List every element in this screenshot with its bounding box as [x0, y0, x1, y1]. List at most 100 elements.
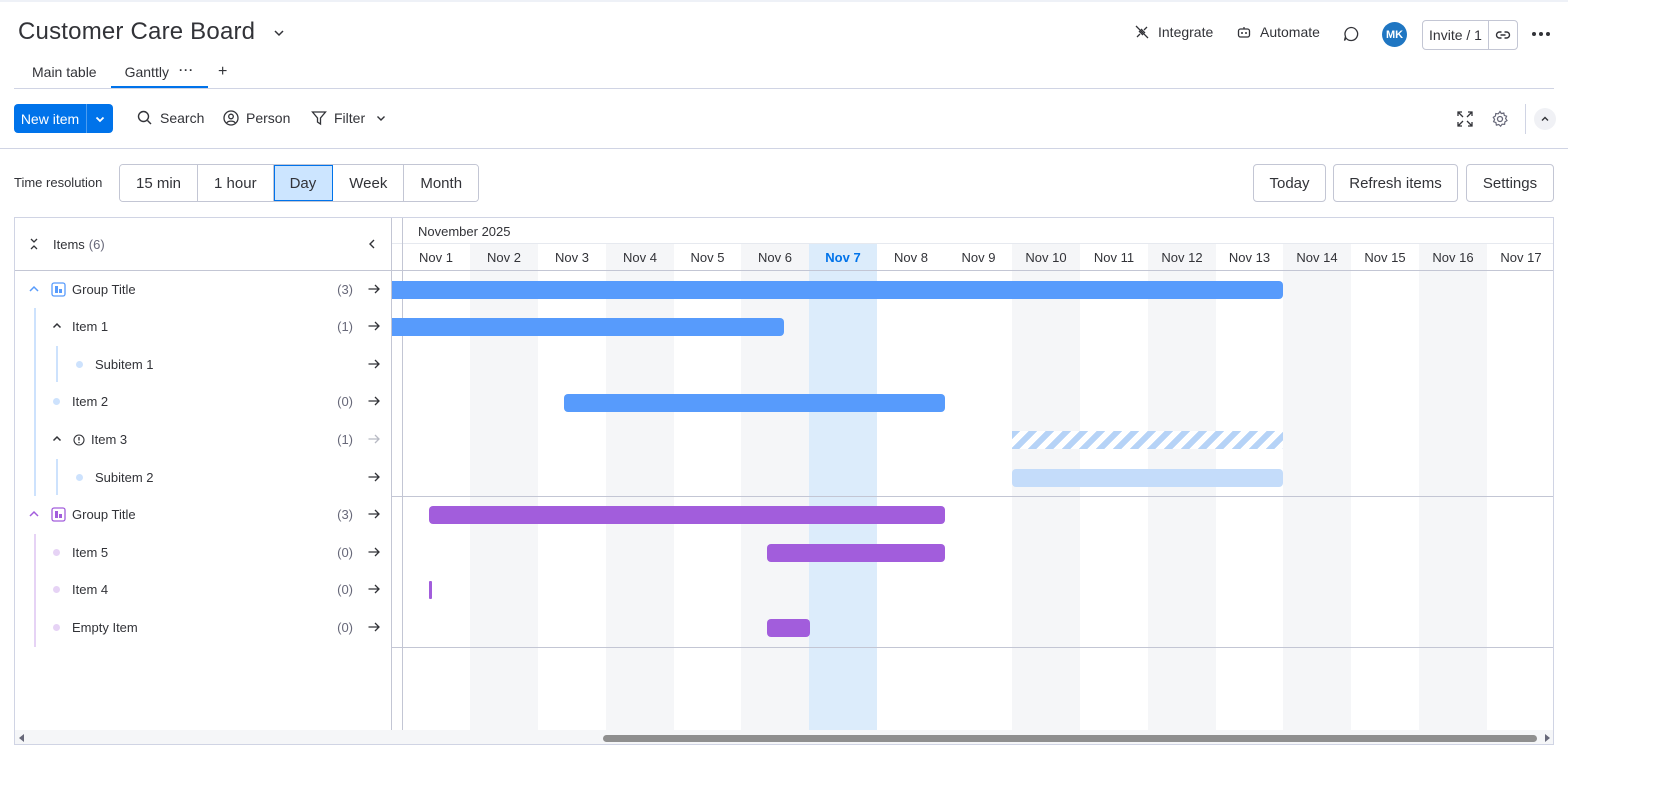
chevron-left-icon[interactable] [365, 237, 379, 251]
add-view-button[interactable]: + [208, 58, 237, 86]
invite-button[interactable]: Invite / 1 [1423, 21, 1489, 49]
new-item-label[interactable]: New item [14, 104, 86, 133]
gantt-bar-group-2[interactable] [429, 506, 945, 524]
item-label: Subitem 2 [95, 470, 154, 485]
day-label: Nov 17 [1500, 249, 1542, 265]
timeline-area: November 2025 Nov 1 Nov 2 Nov 3 Nov 4 No… [392, 218, 1553, 744]
filter-button[interactable]: Filter [310, 109, 387, 127]
group-icon [51, 282, 66, 297]
day-label: Nov 16 [1419, 244, 1487, 270]
search-button[interactable]: Search [136, 109, 204, 127]
list-item[interactable]: Subitem 1 [15, 346, 391, 383]
arrow-right-icon[interactable] [367, 282, 381, 296]
link-icon [1495, 31, 1511, 39]
board-title[interactable]: Customer Care Board [18, 18, 255, 46]
day-label: Nov 14 [1283, 244, 1351, 270]
list-item[interactable]: Item 5 (0) [15, 534, 391, 571]
list-item[interactable]: Item 4 (0) [15, 571, 391, 608]
scroll-right-icon[interactable] [1545, 734, 1550, 742]
today-button[interactable]: Today [1253, 164, 1326, 202]
item-label: Item 4 [72, 582, 109, 597]
avatar[interactable]: MK [1382, 22, 1407, 47]
group-count: (3) [337, 282, 353, 297]
gantt-bar-item-1[interactable] [392, 318, 784, 336]
arrow-right-icon[interactable] [367, 620, 381, 634]
status-dot [53, 549, 60, 556]
arrow-right-icon[interactable] [367, 394, 381, 408]
list-item[interactable]: Item 2 (0) [15, 383, 391, 420]
day-label: Nov 3 [555, 249, 589, 265]
list-item[interactable]: Subitem 2 [15, 459, 391, 496]
invite-group: Invite / 1 [1422, 20, 1518, 50]
item-count: (0) [337, 394, 353, 409]
arrow-right-icon[interactable] [367, 432, 381, 446]
group-row[interactable]: Group Title (3) [15, 496, 391, 533]
refresh-items-button[interactable]: Refresh items [1333, 164, 1458, 202]
automate-label: Automate [1260, 24, 1320, 40]
chevron-down-icon[interactable] [375, 112, 387, 124]
list-item[interactable]: Item 1 (1) [15, 308, 391, 345]
automate-button[interactable]: Automate [1236, 24, 1320, 40]
tab-options-icon[interactable]: ··· [179, 64, 194, 88]
chevron-up-icon[interactable] [28, 283, 40, 295]
item-count: (0) [337, 582, 353, 597]
horizontal-scrollbar[interactable] [15, 730, 1553, 744]
gantt-bar-group-1[interactable] [392, 281, 1283, 299]
gantt-bar-item-3[interactable] [1012, 431, 1283, 449]
chevron-up-icon[interactable] [51, 433, 63, 445]
arrow-right-icon[interactable] [367, 357, 381, 371]
new-item-button[interactable]: New item [14, 104, 113, 133]
settings-gear-icon[interactable] [1491, 110, 1509, 128]
chat-icon[interactable] [1342, 25, 1360, 43]
resolution-day[interactable]: Day [273, 165, 334, 201]
gantt-settings-button[interactable]: Settings [1466, 164, 1554, 202]
day-label: Nov 6 [741, 244, 809, 270]
board-header: Customer Care Board Integrate Automate M… [0, 2, 1568, 88]
day-label: Nov 12 [1148, 244, 1216, 270]
fullscreen-icon[interactable] [1456, 110, 1474, 128]
resolution-week[interactable]: Week [333, 165, 405, 201]
arrow-right-icon[interactable] [367, 470, 381, 484]
tab-main-table[interactable]: Main table [18, 58, 111, 88]
day-label: Nov 5 [690, 249, 725, 265]
resolution-1-hour[interactable]: 1 hour [198, 165, 274, 201]
weekend-column [1148, 271, 1216, 731]
person-filter-button[interactable]: Person [222, 109, 290, 127]
integrate-button[interactable]: Integrate [1134, 24, 1213, 40]
more-options-icon[interactable] [1532, 26, 1552, 42]
gantt-bar-item-4[interactable] [429, 581, 432, 599]
resolution-month[interactable]: Month [404, 165, 479, 201]
resolution-15-min[interactable]: 15 min [120, 165, 199, 201]
chevron-down-icon[interactable] [272, 26, 286, 40]
status-dot [53, 586, 60, 593]
arrow-right-icon[interactable] [367, 582, 381, 596]
arrow-right-icon[interactable] [367, 319, 381, 333]
day-label-today: Nov 7 [809, 244, 877, 270]
tab-ganttly[interactable]: Ganttly ··· [110, 58, 209, 88]
weekend-column [1283, 271, 1351, 731]
filter-icon [311, 111, 327, 126]
collapse-header-button[interactable] [1534, 108, 1556, 130]
collapse-all-icon[interactable] [27, 237, 41, 251]
chevron-up-icon[interactable] [28, 508, 40, 520]
list-item[interactable]: Empty Item (0) [15, 609, 391, 646]
day-label: Nov 9 [961, 249, 996, 265]
chevron-up-icon[interactable] [51, 320, 63, 332]
new-item-dropdown[interactable] [86, 104, 113, 133]
item-label: Item 2 [72, 394, 109, 409]
group-title: Group Title [72, 507, 136, 522]
scrollbar-thumb[interactable] [603, 735, 1537, 742]
gantt-bar-empty-item[interactable] [767, 619, 810, 637]
chevron-up-icon [1541, 116, 1549, 121]
items-title: Items (6) [53, 237, 105, 252]
scroll-left-icon[interactable] [19, 734, 24, 742]
gantt-bar-item-2[interactable] [564, 394, 945, 412]
search-icon [137, 110, 152, 125]
list-item[interactable]: Item 3 (1) [15, 421, 391, 458]
arrow-right-icon[interactable] [367, 545, 381, 559]
gantt-bar-subitem-2[interactable] [1012, 469, 1283, 487]
copy-link-button[interactable] [1489, 21, 1517, 49]
gantt-bar-item-5[interactable] [767, 544, 945, 562]
group-row[interactable]: Group Title (3) [15, 271, 391, 308]
arrow-right-icon[interactable] [367, 507, 381, 521]
